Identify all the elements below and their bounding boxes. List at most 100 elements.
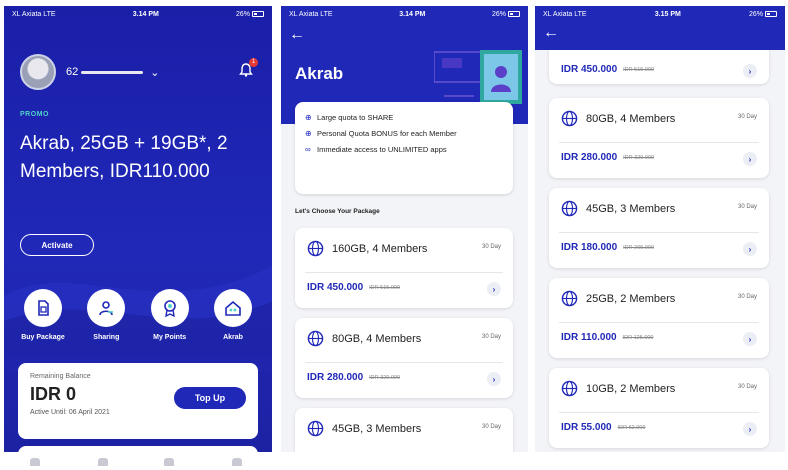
package-card[interactable]: 45GB, 3 Members 30 Day IDR 180.000 IDR 2… (549, 188, 769, 268)
price-value: IDR 450.000 (307, 282, 364, 293)
battery-icon (252, 10, 264, 17)
phone-prefix: 62 (66, 66, 79, 78)
package-price: IDR 280.000 IDR 320.000 (307, 372, 400, 383)
benefit-text: Personal Quota BONUS for each Member (317, 129, 457, 138)
old-price: IDR 515.000 (623, 66, 655, 73)
benefits-card: ⊕ Large quota to SHARE ⊕ Personal Quota … (295, 102, 513, 194)
notification-badge: 1 (249, 58, 258, 67)
page-title: Akrab (295, 64, 344, 83)
package-card[interactable]: 80GB, 4 Members 30 Day IDR 280.000 IDR 3… (295, 318, 513, 398)
menu-label: Sharing (93, 334, 120, 341)
nav-tab-icon[interactable] (30, 458, 40, 466)
profile-header: 62 ⌄ 1 (20, 50, 258, 94)
package-price: IDR 110.000 IDR 125.000 (561, 332, 654, 343)
promo-title: Akrab, 25GB + 19GB*, 2 Members, IDR110.0… (20, 133, 228, 182)
package-header: 80GB, 4 Members (307, 330, 421, 347)
menu-item-akrab[interactable]: Akrab (204, 289, 262, 341)
old-price: IDR 205.000 (623, 244, 655, 251)
package-name: 45GB, 3 Members (586, 202, 676, 215)
package-list-screen: IDR 450.000 IDR 515.000 › 80GB, 4 Member… (535, 6, 785, 452)
divider (559, 322, 759, 323)
battery-percent: 26% (748, 10, 763, 18)
quick-menu: Buy Package Sharing My Points Akrab (14, 289, 262, 341)
notification-button[interactable]: 1 (238, 58, 258, 80)
battery-icon (765, 10, 777, 17)
divider (305, 272, 503, 273)
back-arrow-icon[interactable]: ← (289, 26, 305, 44)
chevron-right-icon[interactable]: › (743, 152, 757, 166)
old-price: IDR 320.000 (623, 154, 655, 161)
battery-indicator: 26% (492, 11, 520, 18)
menu-icon-circle (87, 289, 126, 327)
benefit-text: Immediate access to UNLIMITED apps (317, 145, 447, 154)
clock: 3.15 PM (654, 10, 681, 18)
package-header: 160GB, 4 Members (307, 240, 427, 257)
old-price: IDR 125.000 (622, 334, 654, 341)
chevron-right-icon[interactable]: › (743, 64, 757, 78)
package-card[interactable]: 25GB, 2 Members 30 Day IDR 110.000 IDR 1… (549, 278, 769, 358)
globe-icon (561, 200, 578, 217)
promo-tag: PROMO (20, 111, 49, 118)
price-value: IDR 180.000 (561, 242, 618, 253)
menu-label: Akrab (223, 334, 243, 341)
globe-icon (561, 110, 578, 127)
package-card[interactable]: 45GB, 3 Members 30 Day (295, 408, 513, 452)
price-value: IDR 280.000 (561, 152, 618, 163)
family-illustration (434, 50, 522, 104)
akrab-screen: XL Axiata LTE 3.14 PM 26% ← Akrab ⊕ Larg… (281, 6, 528, 452)
activate-button[interactable]: Activate (20, 234, 94, 256)
battery-percent: 26% (491, 10, 506, 18)
globe-icon: ⊕ (305, 129, 312, 138)
avatar[interactable] (20, 54, 56, 90)
globe-icon (561, 290, 578, 307)
divider (559, 142, 759, 143)
benefit-item: ∞ Immediate access to UNLIMITED apps (305, 144, 503, 155)
benefit-item: ⊕ Personal Quota BONUS for each Member (305, 128, 503, 139)
home-screen: XL Axiata LTE 3.14 PM 26% 62 ⌄ 1 PROMO A… (4, 6, 272, 452)
menu-item-sharing[interactable]: Sharing (77, 289, 135, 341)
chevron-right-icon[interactable]: › (743, 422, 757, 436)
carrier-label: XL Axiata LTE (12, 10, 56, 18)
divider (305, 362, 503, 363)
chevron-right-icon[interactable]: › (487, 282, 501, 296)
phone-number-selector[interactable]: 62 ⌄ (66, 66, 159, 79)
status-bar: XL Axiata LTE 3.14 PM 26% (281, 6, 528, 22)
screenshot-stage: XL Axiata LTE 3.14 PM 26% 62 ⌄ 1 PROMO A… (0, 0, 788, 470)
menu-label: Buy Package (21, 334, 65, 341)
package-card[interactable]: 80GB, 4 Members 30 Day IDR 280.000 IDR 3… (549, 98, 769, 178)
package-duration: 30 Day (481, 244, 501, 250)
nav-tab-icon[interactable] (98, 458, 108, 466)
benefit-text: Large quota to SHARE (317, 113, 394, 122)
divider (559, 412, 759, 413)
battery-indicator: 26% (749, 11, 777, 18)
nav-tab-icon[interactable] (232, 458, 242, 466)
package-name: 80GB, 4 Members (332, 332, 422, 345)
old-price: IDR 62.000 (617, 424, 646, 431)
infinity-icon: ∞ (305, 145, 311, 154)
globe-icon: ⊕ (305, 113, 312, 122)
package-price: IDR 280.000 IDR 320.000 (561, 152, 654, 163)
clock: 3.14 PM (132, 10, 159, 18)
package-card[interactable]: 160GB, 4 Members 30 Day IDR 450.000 IDR … (295, 228, 513, 308)
price-value: IDR 110.000 (561, 332, 617, 343)
divider (559, 232, 759, 233)
chevron-right-icon[interactable]: › (743, 332, 757, 346)
menu-icon-circle (150, 289, 189, 327)
top-up-button[interactable]: Top Up (174, 387, 246, 409)
menu-item-my-points[interactable]: My Points (141, 289, 199, 341)
top-app-bar: XL Axiata LTE 3.15 PM 26% ← (535, 6, 785, 50)
back-arrow-icon[interactable]: ← (543, 24, 559, 42)
battery-indicator: 26% (236, 11, 264, 18)
bottom-strip (0, 452, 788, 470)
battery-percent: 26% (235, 10, 250, 18)
package-header: 45GB, 3 Members (561, 200, 675, 217)
globe-icon (307, 240, 324, 257)
chevron-right-icon[interactable]: › (743, 242, 757, 256)
chevron-down-icon: ⌄ (150, 66, 160, 79)
nav-tab-icon[interactable] (164, 458, 174, 466)
chevron-right-icon[interactable]: › (487, 372, 501, 386)
package-name: 25GB, 2 Members (586, 292, 676, 305)
package-card[interactable]: 10GB, 2 Members 30 Day IDR 55.000 IDR 62… (549, 368, 769, 448)
package-duration: 30 Day (737, 114, 757, 120)
menu-item-buy-package[interactable]: Buy Package (14, 289, 72, 341)
